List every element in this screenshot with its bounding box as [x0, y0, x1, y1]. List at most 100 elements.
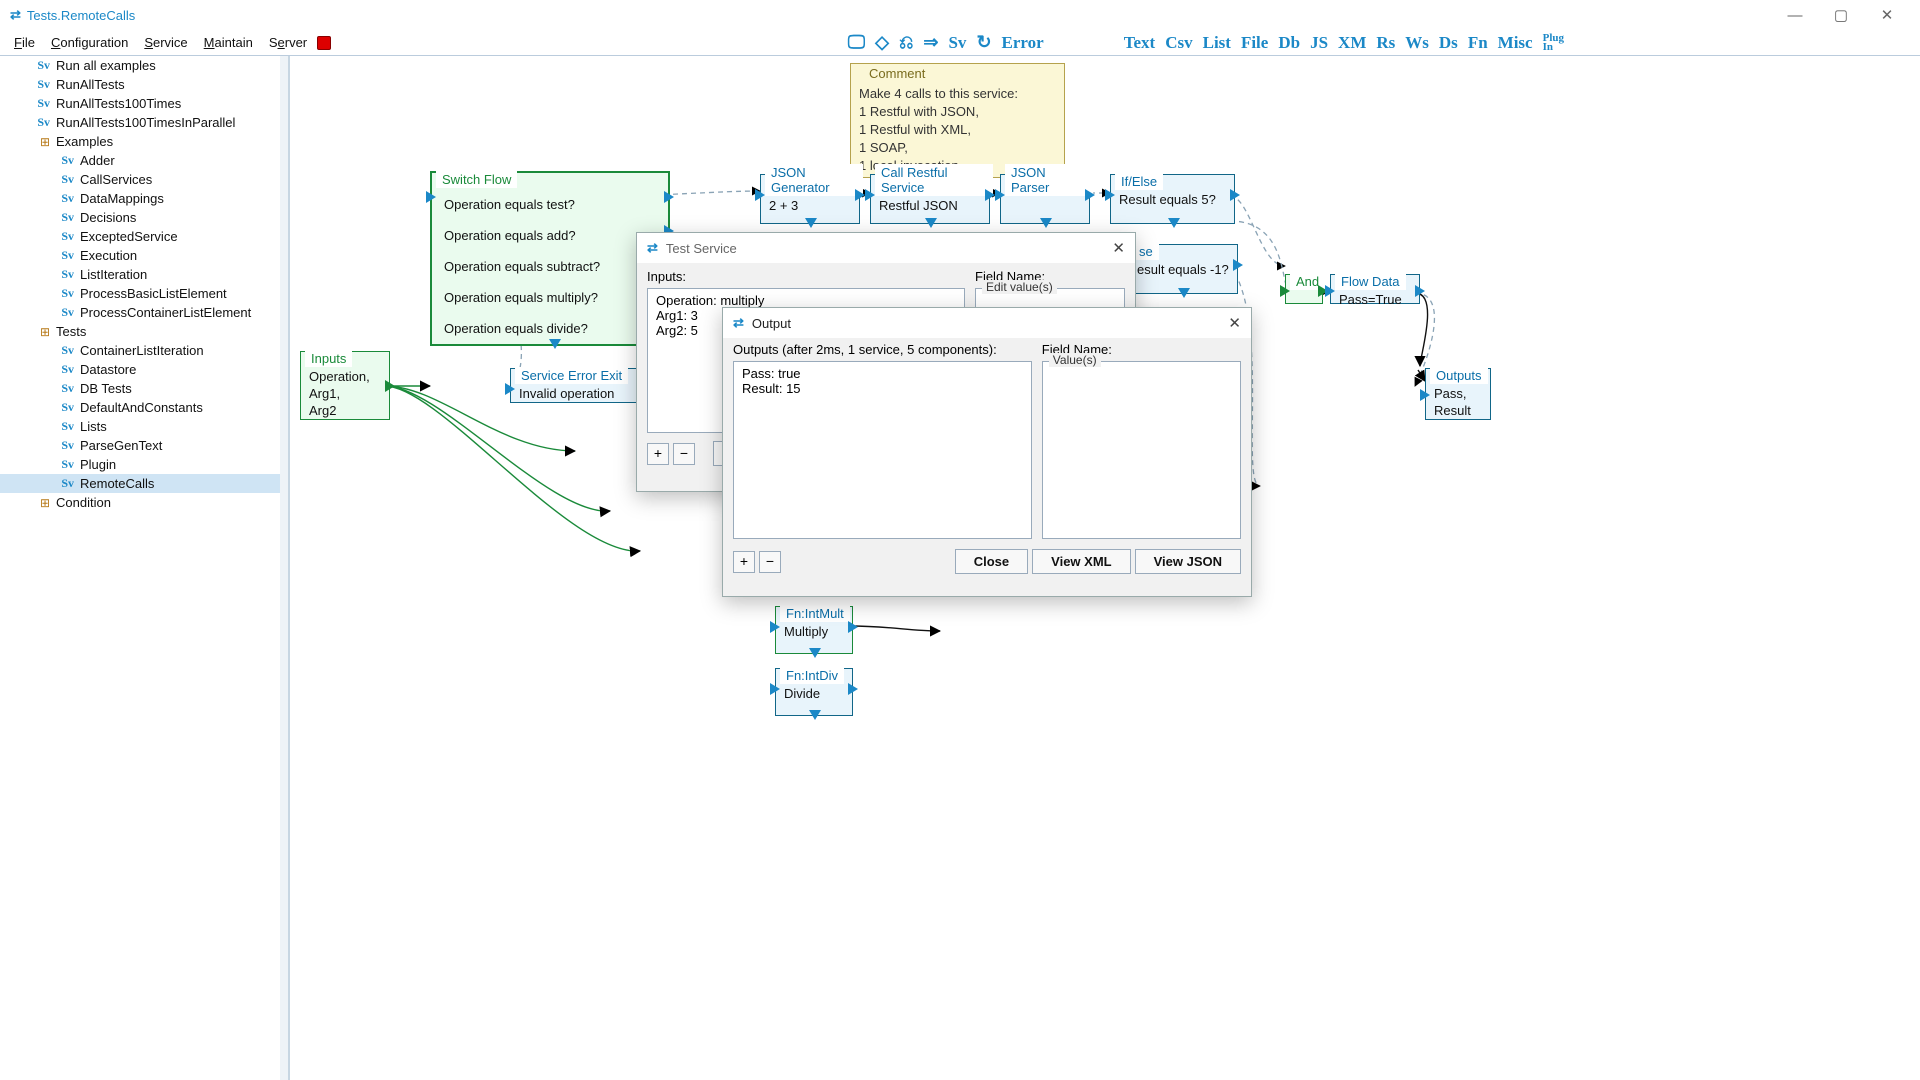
toolbar-plugin[interactable]: PlugIn	[1543, 34, 1564, 52]
toolbar-file[interactable]: File	[1241, 33, 1268, 53]
tree-item[interactable]: SvLists	[0, 417, 288, 436]
port-out-icon[interactable]	[809, 648, 821, 658]
port-out-icon[interactable]	[664, 191, 674, 203]
dialog-close-icon[interactable]: ✕	[1112, 239, 1125, 257]
menu-file[interactable]: File	[6, 33, 43, 52]
tree-item[interactable]: SvAdder	[0, 151, 288, 170]
menu-service[interactable]: Service	[136, 33, 195, 52]
remove-button[interactable]: −	[673, 443, 695, 465]
tree-item[interactable]: SvRunAllTests100TimesInParallel	[0, 113, 288, 132]
tree-item[interactable]: SvExceptedService	[0, 227, 288, 246]
close-button[interactable]: Close	[955, 549, 1028, 574]
output-row[interactable]: Result: 15	[742, 381, 1023, 396]
port-out-icon[interactable]	[1415, 285, 1425, 297]
toolbar-list[interactable]: List	[1203, 33, 1231, 53]
tree-item[interactable]: SvDB Tests	[0, 379, 288, 398]
toolbar-text[interactable]: Text	[1124, 33, 1156, 53]
toolbar-ds[interactable]: Ds	[1439, 33, 1458, 53]
node-fn-intdiv[interactable]: Fn:IntDiv Divide	[775, 668, 853, 716]
port-out-icon[interactable]	[1085, 189, 1095, 201]
port-out-icon[interactable]	[985, 189, 995, 201]
node-switch-flow[interactable]: Switch Flow Operation equals test? Opera…	[430, 171, 670, 346]
node-inputs[interactable]: Inputs Operation, Arg1, Arg2	[300, 351, 390, 420]
tree-item[interactable]: SvRemoteCalls	[0, 474, 288, 493]
node-call-restful[interactable]: Call Restful Service Restful JSON	[870, 174, 990, 224]
node-comment[interactable]: Comment Make 4 calls to this service: 1 …	[850, 63, 1065, 178]
tree-item[interactable]: SvCallServices	[0, 170, 288, 189]
port-out-icon[interactable]	[1230, 189, 1240, 201]
toolbar-diamond-icon[interactable]: ◇	[875, 32, 889, 53]
port-out-icon[interactable]	[385, 380, 395, 392]
node-service-error[interactable]: Service Error Exit Invalid operation	[510, 368, 650, 403]
port-out-icon[interactable]	[848, 621, 858, 633]
toolbar-csv[interactable]: Csv	[1165, 33, 1192, 53]
port-out-icon[interactable]	[1168, 218, 1180, 228]
node-fn-intmult[interactable]: Fn:IntMult Multiply	[775, 606, 853, 654]
port-out-icon[interactable]	[855, 189, 865, 201]
tree-item[interactable]: SvDatastore	[0, 360, 288, 379]
node-json-parser[interactable]: JSON Parser	[1000, 174, 1090, 224]
toolbar-db[interactable]: Db	[1278, 33, 1300, 53]
port-out-icon[interactable]	[1178, 288, 1190, 298]
remove-button[interactable]: −	[759, 551, 781, 573]
port-in-icon[interactable]	[426, 191, 436, 203]
port-in-icon[interactable]	[1280, 285, 1290, 297]
switch-case[interactable]: Operation equals multiply?	[432, 282, 668, 313]
switch-case[interactable]: Operation equals test?	[432, 189, 668, 220]
window-close-icon[interactable]: ✕	[1864, 6, 1910, 24]
window-maximize-icon[interactable]: ▢	[1818, 6, 1864, 24]
tree-item[interactable]: SvRunAllTests100Times	[0, 94, 288, 113]
tree-item[interactable]: SvContainerListIteration	[0, 341, 288, 360]
tree-item[interactable]: SvDefaultAndConstants	[0, 398, 288, 417]
toolbar-arrow-icon[interactable]: ⇒	[923, 32, 938, 53]
tree-item[interactable]: SvRun all examples	[0, 56, 288, 75]
menu-maintain[interactable]: Maintain	[196, 33, 261, 52]
port-out-icon[interactable]	[1233, 259, 1243, 271]
tree-item[interactable]: SvExecution	[0, 246, 288, 265]
switch-case[interactable]: Operation equals subtract?	[432, 251, 668, 282]
tree-item[interactable]: SvProcessContainerListElement	[0, 303, 288, 322]
node-json-generator[interactable]: JSON Generator 2 + 3	[760, 174, 860, 224]
tree-item[interactable]: ⊞Condition	[0, 493, 288, 512]
view-json-button[interactable]: View JSON	[1135, 549, 1241, 574]
port-out-icon[interactable]	[925, 218, 937, 228]
toolbar-xm[interactable]: XM	[1338, 33, 1366, 53]
add-button[interactable]: +	[733, 551, 755, 573]
tree-item[interactable]: SvParseGenText	[0, 436, 288, 455]
toolbar-fn[interactable]: Fn	[1468, 33, 1488, 53]
record-indicator-icon[interactable]	[317, 36, 331, 50]
port-in-icon[interactable]	[1105, 189, 1115, 201]
menu-server[interactable]: Server	[261, 33, 315, 52]
dialog-titlebar[interactable]: ⇄ Output ✕	[723, 308, 1251, 338]
node-and[interactable]: And	[1285, 274, 1323, 304]
port-out-icon[interactable]	[805, 218, 817, 228]
switch-case[interactable]: Operation equals add?	[432, 220, 668, 251]
toolbar-ws[interactable]: Ws	[1405, 33, 1429, 53]
toolbar-js[interactable]: JS	[1310, 33, 1328, 53]
view-xml-button[interactable]: View XML	[1032, 549, 1130, 574]
tree-item[interactable]: SvDataMappings	[0, 189, 288, 208]
tree-item[interactable]: SvProcessBasicListElement	[0, 284, 288, 303]
toolbar-branch-icon[interactable]: ⎌	[899, 32, 913, 53]
menu-configuration[interactable]: Configuration	[43, 33, 136, 52]
port-in-icon[interactable]	[865, 189, 875, 201]
output-row[interactable]: Pass: true	[742, 366, 1023, 381]
tree-item[interactable]: ⊞Tests	[0, 322, 288, 341]
port-out-icon[interactable]	[1040, 218, 1052, 228]
port-in-icon[interactable]	[1325, 285, 1335, 297]
dialog-titlebar[interactable]: ⇄ Test Service ✕	[637, 233, 1135, 263]
port-in-icon[interactable]	[1420, 389, 1430, 401]
dialog-close-icon[interactable]: ✕	[1228, 314, 1241, 332]
port-out-icon[interactable]	[549, 339, 561, 349]
toolbar-refresh-icon[interactable]: ↻	[976, 32, 991, 53]
toolbar-sv[interactable]: Sv	[948, 33, 966, 53]
node-ifelse-1[interactable]: If/Else Result equals 5?	[1110, 174, 1235, 224]
port-in-icon[interactable]	[995, 189, 1005, 201]
add-button[interactable]: +	[647, 443, 669, 465]
flow-canvas[interactable]: Comment Make 4 calls to this service: 1 …	[290, 56, 1920, 1080]
tree-item[interactable]: ⊞Examples	[0, 132, 288, 151]
port-in-icon[interactable]	[770, 683, 780, 695]
tree-item[interactable]: SvPlugin	[0, 455, 288, 474]
port-in-icon[interactable]	[505, 383, 515, 395]
port-in-icon[interactable]	[755, 189, 765, 201]
